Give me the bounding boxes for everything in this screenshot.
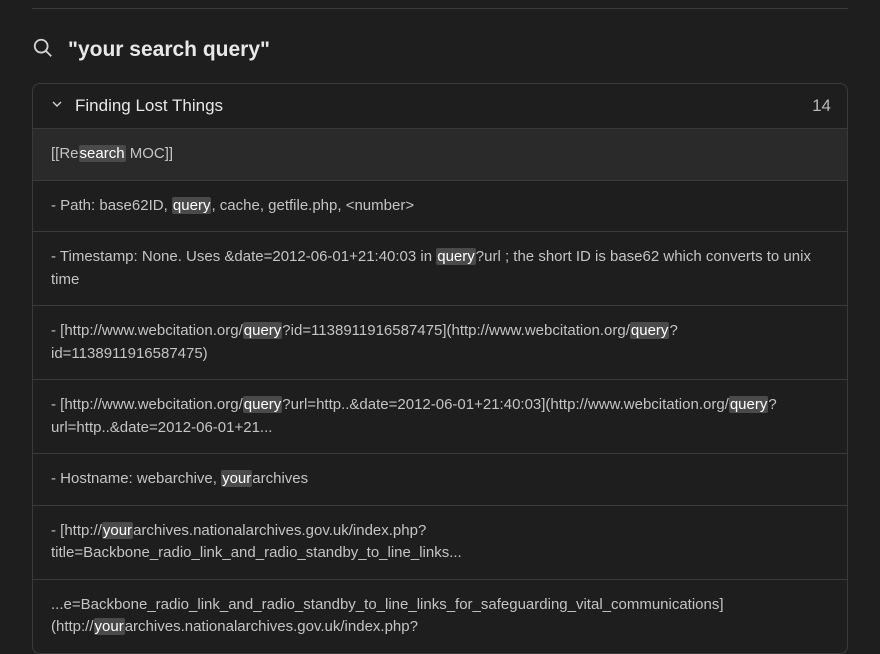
bullet-prefix: -	[51, 248, 60, 265]
result-text-fragment: [http://www.webcitation.org/	[60, 322, 243, 339]
result-text-fragment: ?id=1138911916587475](http://www.webcita…	[282, 322, 630, 339]
result-text-fragment: MOC]]	[126, 145, 174, 162]
search-highlight: query	[436, 248, 476, 265]
result-text-fragment: [http://	[60, 522, 102, 539]
search-highlight: search	[79, 145, 126, 162]
result-item[interactable]: - Path: base62ID, query, cache, getfile.…	[33, 181, 847, 233]
result-item[interactable]: - Timestamp: None. Uses &date=2012-06-01…	[33, 232, 847, 306]
result-header[interactable]: Finding Lost Things 14	[33, 84, 847, 128]
result-item[interactable]: - [http://www.webcitation.org/query?id=1…	[33, 306, 847, 380]
result-title: Finding Lost Things	[75, 96, 802, 116]
result-text-fragment: ?url=http..&date=2012-06-01+21:40:03](ht…	[282, 396, 729, 413]
bullet-prefix: -	[51, 197, 60, 214]
result-text-fragment: [http://www.webcitation.org/	[60, 396, 243, 413]
result-text-fragment: [[Re	[51, 145, 79, 162]
bullet-prefix: -	[51, 322, 60, 339]
search-icon	[32, 37, 54, 63]
chevron-down-icon	[49, 96, 65, 116]
result-text-fragment: archives.nationalarchives.gov.uk/index.p…	[125, 618, 418, 635]
result-item[interactable]: [[Research MOC]]	[33, 129, 847, 181]
search-highlight: query	[243, 396, 283, 413]
search-highlight: query	[729, 396, 769, 413]
result-text-fragment: , cache, getfile.php, <number>	[211, 197, 414, 214]
bullet-prefix: -	[51, 396, 60, 413]
bullet-prefix: -	[51, 522, 60, 539]
search-highlight: query	[243, 322, 283, 339]
search-header: "your search query"	[32, 9, 848, 83]
result-item[interactable]: - Hostname: webarchive, yourarchives	[33, 454, 847, 506]
search-query-text: "your search query"	[68, 38, 270, 62]
result-item[interactable]: ...e=Backbone_radio_link_and_radio_stand…	[33, 580, 847, 653]
result-item[interactable]: - [http://www.webcitation.org/query?url=…	[33, 380, 847, 454]
bullet-prefix: -	[51, 470, 60, 487]
result-text-fragment: Timestamp: None. Uses &date=2012-06-01+2…	[60, 248, 436, 265]
search-highlight: your	[221, 470, 252, 487]
search-highlight: your	[102, 522, 133, 539]
result-text-fragment: Path: base62ID,	[60, 197, 172, 214]
result-card: Finding Lost Things 14 [[Research MOC]]-…	[32, 83, 848, 654]
search-highlight: query	[630, 322, 670, 339]
result-list: [[Research MOC]]- Path: base62ID, query,…	[33, 128, 847, 653]
result-text-fragment: Hostname: webarchive,	[60, 470, 221, 487]
result-item[interactable]: - [http://yourarchives.nationalarchives.…	[33, 506, 847, 580]
search-highlight: your	[94, 618, 125, 635]
result-text-fragment: archives	[252, 470, 308, 487]
search-highlight: query	[172, 197, 212, 214]
result-count: 14	[812, 96, 831, 116]
